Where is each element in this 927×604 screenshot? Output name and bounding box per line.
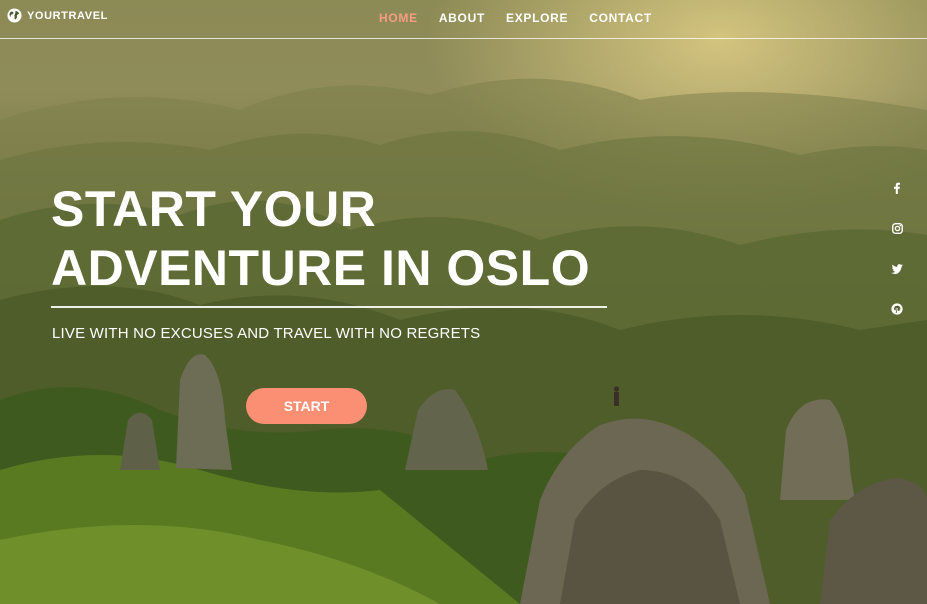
twitter-icon[interactable] (887, 259, 907, 279)
nav-home[interactable]: HOME (379, 11, 418, 25)
hero-title: START YOUR ADVENTURE IN OSLO (51, 180, 611, 298)
hero-title-line2: ADVENTURE IN OSLO (51, 240, 591, 296)
hero-divider (51, 306, 607, 308)
globe-icon (7, 8, 22, 23)
facebook-icon[interactable] (887, 178, 907, 198)
nav-explore[interactable]: EXPLORE (506, 11, 568, 25)
nav-contact[interactable]: CONTACT (589, 11, 652, 25)
pinterest-icon[interactable] (887, 299, 907, 319)
hero-background-image (0, 0, 927, 604)
main-nav: HOME ABOUT EXPLORE CONTACT (379, 11, 652, 25)
brand-logo[interactable]: YOURTRAVEL (7, 8, 108, 23)
hero-title-line1: START YOUR (51, 181, 377, 237)
instagram-icon[interactable] (887, 218, 907, 238)
start-button[interactable]: START (246, 388, 367, 424)
brand-name: YOURTRAVEL (27, 9, 108, 22)
top-navbar: YOURTRAVEL HOME ABOUT EXPLORE CONTACT (0, 0, 927, 39)
nav-about[interactable]: ABOUT (439, 11, 485, 25)
hero-subtitle: LIVE WITH NO EXCUSES AND TRAVEL WITH NO … (52, 325, 481, 342)
